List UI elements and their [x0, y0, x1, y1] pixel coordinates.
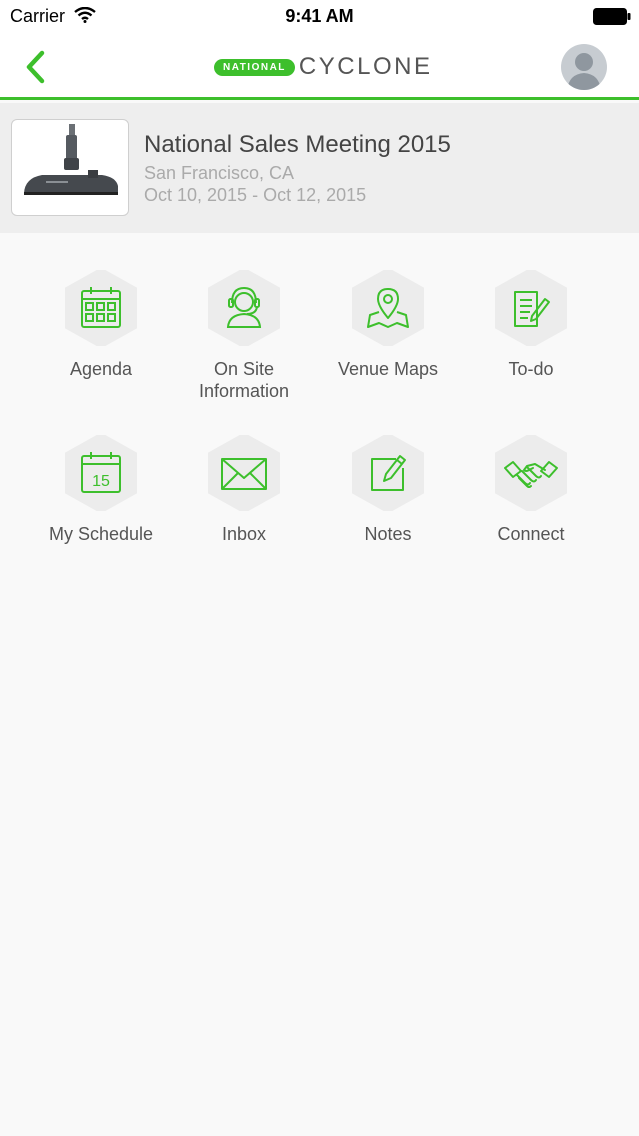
brand-logo: NATIONAL CYCLONE: [214, 53, 433, 80]
clock: 9:41 AM: [285, 6, 354, 26]
headset-person-icon: [208, 270, 280, 346]
calendar-15-icon: 15: [65, 435, 137, 511]
event-header[interactable]: National Sales Meeting 2015 San Francisc…: [0, 103, 639, 233]
menu-item-notes[interactable]: Notes: [316, 435, 460, 545]
menu-item-agenda[interactable]: Agenda: [29, 270, 173, 380]
menu-item-label: To-do: [508, 359, 554, 379]
logo-badge: NATIONAL: [214, 58, 295, 76]
event-location: San Francisco, CA: [144, 163, 295, 183]
event-title: National Sales Meeting 2015: [144, 131, 451, 158]
map-pin-icon: [352, 270, 424, 346]
menu-item-label: Notes: [364, 524, 412, 544]
menu-item-to-do[interactable]: To-do: [459, 270, 603, 380]
calendar-grid-icon: [65, 270, 137, 346]
menu-item-label: Agenda: [69, 359, 133, 379]
event-thumbnail: [11, 119, 129, 216]
menu-item-inbox[interactable]: Inbox: [172, 435, 316, 545]
event-dates: Oct 10, 2015 - Oct 12, 2015: [144, 185, 367, 205]
logo-wordmark: CYCLONE: [298, 53, 433, 80]
checklist-edit-icon: [495, 270, 567, 346]
envelope-icon: [208, 435, 280, 511]
menu-item-venue-maps[interactable]: Venue Maps: [316, 270, 460, 380]
vacuum-cleaner-image: [24, 124, 118, 195]
menu-item-label: Inbox: [221, 524, 267, 544]
menu-item-connect[interactable]: Connect: [459, 435, 603, 545]
menu-item-my-schedule[interactable]: 15 My Schedule: [29, 435, 173, 545]
menu-item-label: Venue Maps: [337, 359, 439, 379]
calendar-day-number: 15: [92, 473, 110, 490]
menu-item-on-site-information[interactable]: On Site Information: [172, 270, 316, 402]
handshake-icon: [495, 435, 567, 511]
status-bar: Carrier 9:41 AM: [0, 0, 639, 34]
menu-item-label: On Site Information: [198, 359, 290, 401]
battery-icon: [593, 8, 631, 25]
menu-item-label: Connect: [497, 524, 565, 544]
profile-avatar-icon[interactable]: [561, 44, 607, 90]
note-pencil-icon: [352, 435, 424, 511]
menu-item-label: My Schedule: [48, 524, 154, 544]
back-chevron-icon[interactable]: [20, 48, 54, 86]
navigation-bar: NATIONAL CYCLONE: [0, 34, 639, 100]
